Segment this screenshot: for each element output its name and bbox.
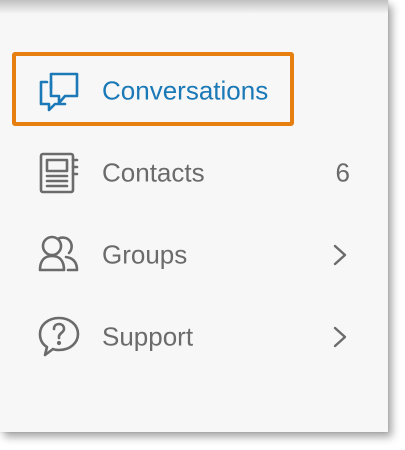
sidebar-item-label: Contacts xyxy=(102,157,205,188)
contacts-count-badge: 6 xyxy=(335,157,350,188)
sidebar-item-contacts[interactable]: Contacts 6 xyxy=(0,132,388,214)
sidebar-panel: Conversations Contacts 6 Groups Support xyxy=(0,0,388,432)
top-shadow xyxy=(0,0,388,14)
sidebar-item-label: Conversations xyxy=(102,75,269,106)
sidebar-item-groups[interactable]: Groups xyxy=(0,214,388,296)
chevron-right-icon xyxy=(332,243,348,267)
group-icon xyxy=(36,232,82,278)
sidebar-item-conversations[interactable]: Conversations xyxy=(0,50,388,132)
sidebar-nav: Conversations Contacts 6 Groups Support xyxy=(0,50,388,378)
chat-icon xyxy=(36,68,82,114)
help-bubble-icon xyxy=(36,314,82,360)
sidebar-item-support[interactable]: Support xyxy=(0,296,388,378)
contacts-book-icon xyxy=(36,150,82,196)
chevron-right-icon xyxy=(332,325,348,349)
sidebar-item-label: Support xyxy=(102,321,194,352)
sidebar-item-label: Groups xyxy=(102,239,188,270)
